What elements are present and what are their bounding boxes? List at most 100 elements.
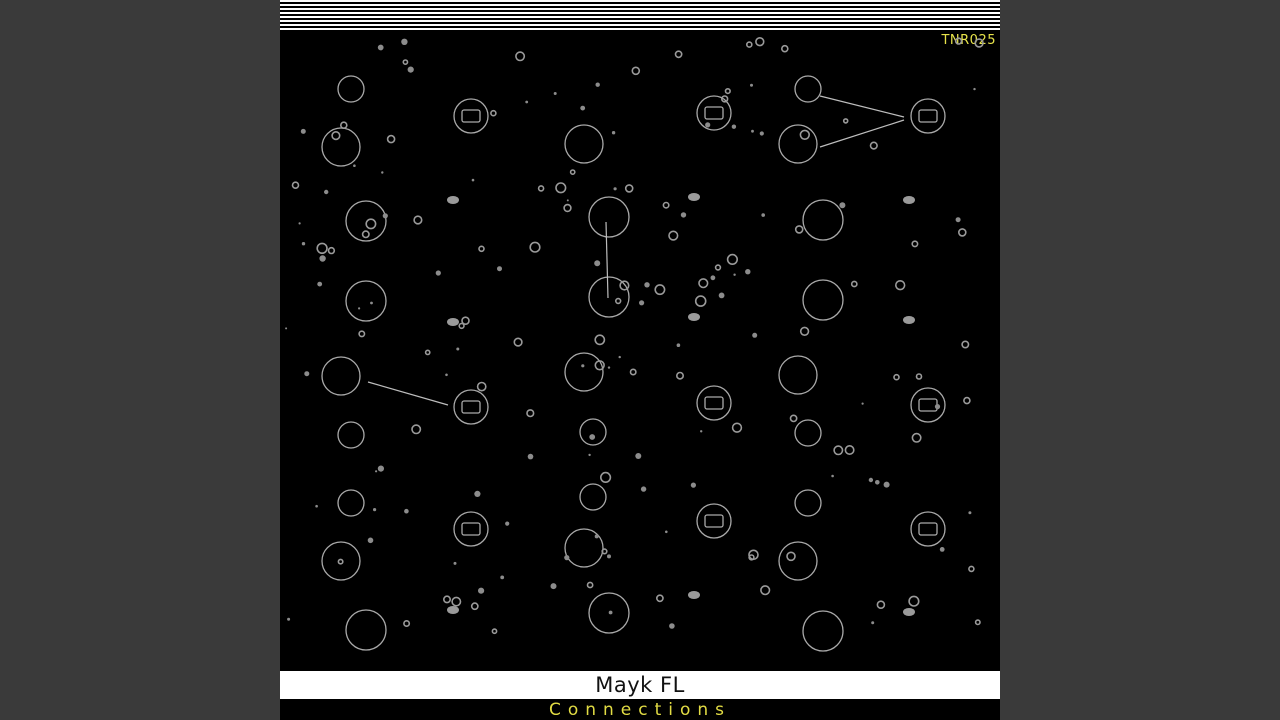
artwork-dot	[607, 554, 611, 559]
artwork-dot	[705, 122, 711, 128]
artwork-dot	[317, 281, 323, 287]
artwork-dot	[618, 355, 621, 359]
artwork-circle	[345, 280, 387, 322]
artwork-ring	[780, 44, 789, 53]
artwork-dot	[607, 366, 611, 369]
artwork-dot	[497, 266, 502, 272]
artwork-circle	[696, 503, 732, 539]
artwork-circle	[802, 279, 844, 321]
artwork-dot	[750, 83, 753, 87]
artwork-ring	[954, 37, 963, 45]
artwork-dot	[608, 610, 613, 615]
artwork-circle	[321, 127, 361, 167]
artwork-square-glyph	[704, 106, 724, 120]
artwork-circle	[345, 609, 387, 651]
artwork-dot	[581, 364, 585, 368]
artwork-circle	[579, 418, 607, 446]
artwork-dot	[373, 508, 377, 512]
artwork-dot	[635, 453, 642, 459]
artwork-dot	[564, 555, 570, 561]
artwork-dot	[761, 213, 765, 217]
album-cover: TNR025 Mayk FL Connections	[280, 0, 1000, 720]
artwork-circle	[579, 483, 607, 511]
artwork-dot	[939, 547, 945, 552]
artwork-ring	[974, 38, 984, 48]
artwork-dot	[382, 213, 388, 219]
artwork-circle	[794, 419, 822, 447]
artwork-ring	[615, 297, 622, 305]
artwork-dot	[453, 561, 457, 565]
artwork-ring	[789, 414, 798, 423]
artist-bar: Mayk FL	[280, 671, 1000, 699]
artwork-ring	[748, 554, 755, 561]
artwork-ring	[668, 230, 679, 241]
artwork-ring	[361, 230, 370, 239]
artwork-dot	[445, 373, 448, 377]
title-bar: Connections	[280, 699, 1000, 720]
artwork-dot	[407, 66, 414, 73]
artwork-ring	[842, 118, 849, 124]
artwork-ring	[755, 36, 765, 47]
artwork-ring	[786, 551, 796, 562]
artwork-dot	[285, 327, 288, 330]
artwork-dot	[640, 486, 647, 492]
artwork-square-glyph	[918, 522, 938, 536]
artwork-dot	[639, 300, 645, 306]
artwork-circle	[564, 124, 604, 164]
artwork-ring	[470, 602, 479, 611]
artwork-dot	[478, 587, 485, 594]
artwork-ring	[833, 445, 844, 456]
artwork-dot	[839, 202, 846, 209]
artwork-blob	[903, 608, 915, 616]
artwork-dot	[367, 537, 374, 544]
artwork-ring	[337, 558, 344, 565]
artwork-dot	[594, 534, 599, 539]
artwork-ring	[515, 51, 526, 62]
artwork-blob	[688, 193, 700, 201]
artwork-ring	[629, 368, 637, 376]
artwork-ring	[316, 242, 328, 255]
artwork-blob	[903, 316, 915, 324]
artwork-dot	[875, 480, 880, 485]
artwork-ring	[327, 246, 336, 255]
artwork-ring	[893, 373, 900, 381]
artwork-ring	[844, 444, 855, 455]
artwork-dot	[377, 465, 384, 472]
artwork-ring	[654, 284, 666, 296]
artwork-ring	[726, 253, 739, 265]
artwork-ring	[760, 585, 771, 596]
artwork-dot	[298, 222, 301, 225]
artwork-ring	[799, 129, 810, 141]
artwork-blob	[688, 591, 700, 599]
artwork-ring	[513, 337, 523, 347]
artwork-ring	[555, 182, 567, 194]
artwork-dot	[435, 270, 441, 276]
artwork-dot	[370, 301, 373, 305]
artwork-dot	[710, 275, 716, 281]
artwork-square-glyph	[461, 400, 481, 414]
artwork-ring	[402, 59, 409, 65]
artwork-dot	[315, 504, 318, 508]
artwork-dot	[580, 105, 586, 111]
artwork-dot	[868, 477, 874, 483]
artwork-ring	[619, 280, 630, 291]
artwork-ring	[594, 334, 606, 346]
artwork-circle	[337, 489, 365, 517]
artwork-ring	[911, 240, 919, 248]
artwork-dot	[550, 583, 557, 590]
artwork-ring	[662, 201, 670, 209]
artwork-ring	[331, 130, 341, 141]
artwork-dot	[377, 44, 384, 51]
artwork-ring	[869, 141, 878, 150]
artwork-ring	[961, 340, 970, 349]
artwork-ring	[563, 203, 572, 213]
artwork-dot	[589, 434, 596, 440]
artwork-circle	[337, 421, 365, 449]
artwork-dot	[566, 199, 569, 202]
artwork-dot	[676, 343, 681, 348]
artwork-ring	[850, 280, 858, 288]
artwork-circle	[778, 355, 818, 395]
artwork-dot	[474, 490, 481, 497]
artwork-ring	[476, 381, 487, 392]
artwork-dot	[304, 371, 310, 377]
